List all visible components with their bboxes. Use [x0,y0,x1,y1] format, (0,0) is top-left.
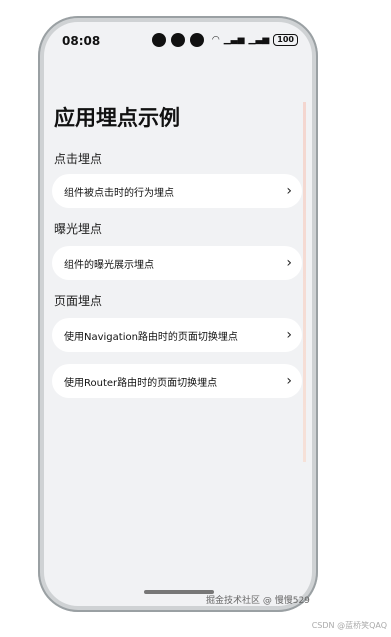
section-label-exposure: 曝光埋点 [54,222,103,236]
list-item-label: 组件被点击时的行为埋点 [64,187,174,199]
signal-icon: ▁▃▅ [223,35,245,45]
watermark: CSDN @蓝桥笑QAQ [311,621,387,630]
status-bar: 08:08 ◠ ▁▃▅ ▁▃▅ 100 [44,22,312,58]
section-label-click: 点击埋点 [54,152,103,166]
watermark: 掘金技术社区 @ 慢慢529 [206,596,310,606]
phone-frame: 08:08 ◠ ▁▃▅ ▁▃▅ 100 应用埋点示例 点击埋点 组件被点击时的行… [38,16,318,612]
battery-icon: 100 [273,34,298,46]
list-item-click-tracking[interactable]: 组件被点击时的行为埋点 › [52,174,302,208]
list-item-exposure-tracking[interactable]: 组件的曝光展示埋点 › [52,246,302,280]
section-label-page: 页面埋点 [54,294,103,308]
home-indicator[interactable] [144,590,214,594]
chevron-right-icon: › [286,255,292,271]
list-item-router-tracking[interactable]: 使用Router路由时的页面切换埋点 › [52,364,302,398]
list-item-label: 使用Navigation路由时的页面切换埋点 [64,331,238,343]
camera-icon [171,33,185,47]
chevron-right-icon: › [286,327,292,343]
camera-cutouts [152,33,204,47]
list-item-label: 组件的曝光展示埋点 [64,259,154,271]
chevron-right-icon: › [286,373,292,389]
list-item-navigation-tracking[interactable]: 使用Navigation路由时的页面切换埋点 › [52,318,302,352]
status-time: 08:08 [62,34,101,48]
app-screen: 08:08 ◠ ▁▃▅ ▁▃▅ 100 应用埋点示例 点击埋点 组件被点击时的行… [44,22,312,606]
page-title: 应用埋点示例 [54,106,180,130]
camera-icon [190,33,204,47]
status-icons: ◠ ▁▃▅ ▁▃▅ 100 [212,34,298,46]
chevron-right-icon: › [286,183,292,199]
signal-icon: ▁▃▅ [248,35,270,45]
list-item-label: 使用Router路由时的页面切换埋点 [64,377,218,389]
scrollbar-indicator [303,102,306,462]
wifi-icon: ◠ [211,35,220,45]
camera-icon [152,33,166,47]
